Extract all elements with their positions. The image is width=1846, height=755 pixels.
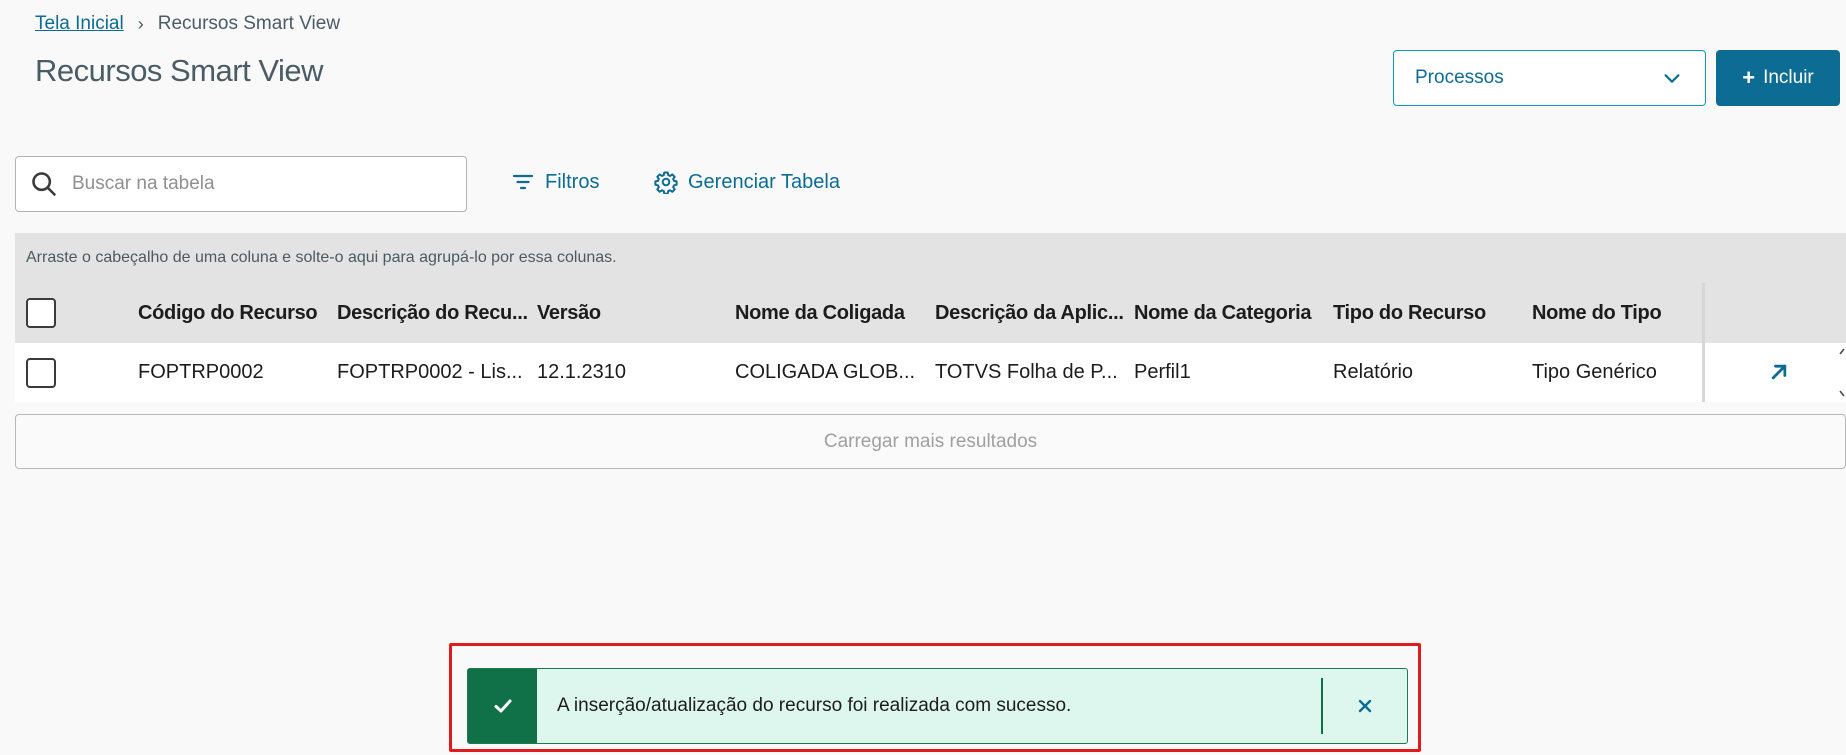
- table-cell: Relatório: [1333, 361, 1414, 383]
- table-cell: FOPTRP0002 - Lis...: [337, 361, 523, 383]
- column-header-descricao[interactable]: Descrição do Recu...: [337, 283, 528, 343]
- search-input[interactable]: [72, 173, 432, 195]
- column-header-versao[interactable]: Versão: [537, 283, 601, 343]
- column-header-codigo[interactable]: Código do Recurso: [138, 283, 318, 343]
- plus-icon: +: [1742, 65, 1756, 90]
- table-row[interactable]: FOPTRP0002 FOPTRP0002 - Lis... 12.1.2310…: [15, 343, 1846, 402]
- select-all-checkbox[interactable]: [26, 298, 56, 328]
- chevron-right-icon: ›: [137, 13, 144, 34]
- open-detail-icon[interactable]: [1765, 358, 1793, 386]
- load-more-button[interactable]: Carregar mais resultados: [15, 414, 1846, 469]
- close-icon: [1358, 699, 1372, 713]
- scrollbar-arrows-icon[interactable]: [1838, 345, 1846, 400]
- filter-icon: [512, 174, 534, 190]
- page: Tela Inicial › Recursos Smart View Recur…: [0, 0, 1846, 755]
- success-toast: A inserção/atualização do recurso foi re…: [467, 668, 1408, 744]
- table-cell: Tipo Genérico: [1532, 361, 1657, 383]
- column-header-coligada[interactable]: Nome da Coligada: [735, 283, 905, 343]
- gear-icon: [654, 171, 678, 194]
- filters-button[interactable]: Filtros: [511, 170, 599, 194]
- table-cell: 12.1.2310: [537, 361, 626, 383]
- column-header-tipo-recurso[interactable]: Tipo do Recurso: [1333, 283, 1486, 343]
- column-header-categoria[interactable]: Nome da Categoria: [1134, 283, 1311, 343]
- filters-label: Filtros: [545, 170, 600, 193]
- column-header-aplicacao[interactable]: Descrição da Aplic...: [935, 283, 1124, 343]
- manage-table-label: Gerenciar Tabela: [688, 170, 840, 193]
- table-cell: COLIGADA GLOB...: [735, 361, 916, 383]
- add-button[interactable]: + Incluir: [1716, 50, 1840, 106]
- column-divider: [1702, 283, 1705, 402]
- table-header: Código do Recurso Descrição do Recu... V…: [15, 283, 1846, 343]
- row-checkbox[interactable]: [26, 357, 56, 388]
- processes-select-value: Processos: [1415, 67, 1504, 88]
- table-cell: FOPTRP0002: [138, 361, 264, 383]
- manage-table-button[interactable]: Gerenciar Tabela: [654, 170, 840, 194]
- check-icon: [494, 699, 511, 713]
- toast-close-button[interactable]: [1323, 669, 1407, 743]
- search-icon: [32, 172, 56, 196]
- breadcrumb-current: Recursos Smart View: [157, 13, 341, 34]
- breadcrumb-home-link[interactable]: Tela Inicial: [35, 13, 124, 35]
- table-cell: Perfil1: [1134, 361, 1191, 383]
- page-title: Recursos Smart View: [35, 53, 323, 88]
- chevron-down-icon: [1664, 74, 1680, 83]
- group-by-drop-zone[interactable]: Arraste o cabeçalho de uma coluna e solt…: [15, 233, 1846, 283]
- toast-message: A inserção/atualização do recurso foi re…: [557, 695, 1072, 716]
- toast-status: [468, 669, 537, 743]
- column-header-nome-tipo[interactable]: Nome do Tipo: [1532, 283, 1662, 343]
- breadcrumb: Tela Inicial › Recursos Smart View: [35, 13, 340, 35]
- search-field[interactable]: [15, 156, 467, 212]
- processes-select[interactable]: Processos: [1393, 50, 1706, 106]
- add-button-label: Incluir: [1763, 67, 1814, 88]
- table-cell: TOTVS Folha de P...: [935, 361, 1118, 383]
